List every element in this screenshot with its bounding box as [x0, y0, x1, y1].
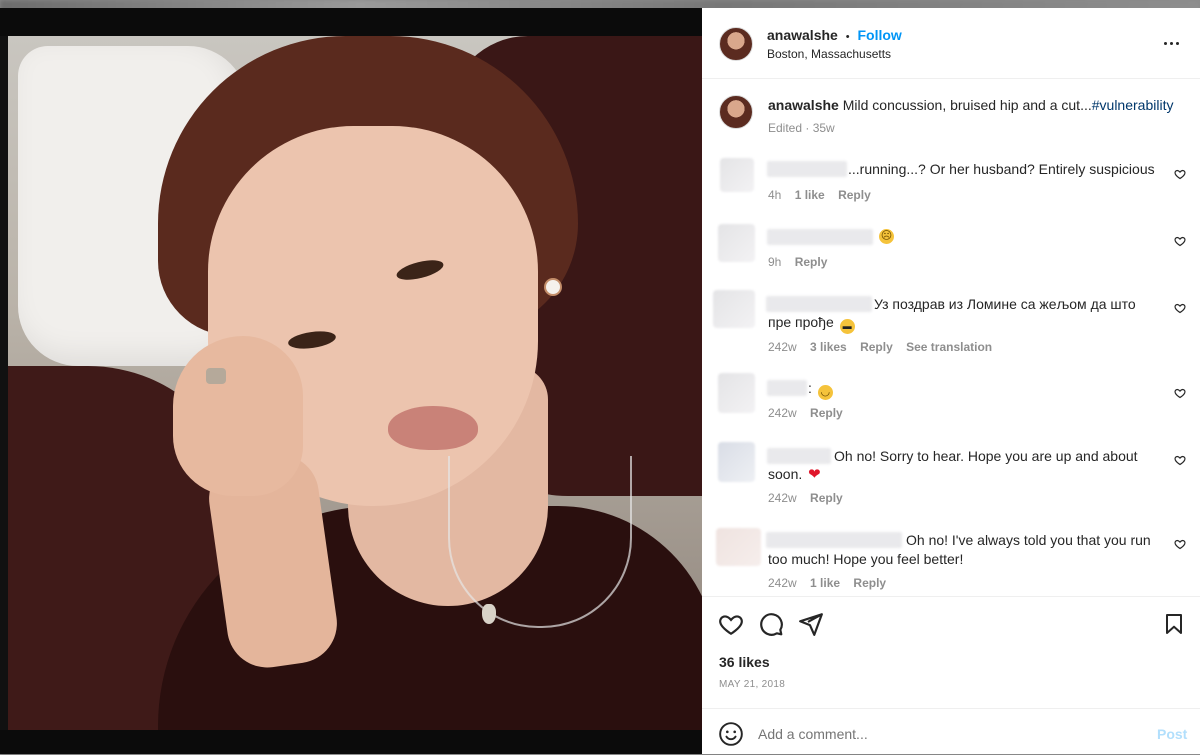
post-media-pane: [0, 8, 702, 754]
caption-avatar[interactable]: [719, 95, 753, 129]
commenter-avatar[interactable]: [718, 224, 755, 262]
commenter-avatar[interactable]: [713, 290, 755, 328]
commenter-username-redacted[interactable]: [766, 296, 872, 312]
reply-button[interactable]: Reply: [810, 406, 843, 420]
commenter-username-redacted[interactable]: [767, 448, 831, 464]
commenter-avatar[interactable]: [718, 373, 755, 413]
more-options-icon[interactable]: [1162, 32, 1186, 48]
post-location[interactable]: Boston, Massachusetts: [767, 47, 891, 61]
commenter-username-redacted[interactable]: [767, 229, 873, 245]
post-header: anawalshe • Follow Boston, Massachusetts: [702, 8, 1200, 79]
photo-lips: [388, 406, 478, 450]
comment-text-line1: Oh no! Sorry to hear. Hope you are up an…: [834, 448, 1138, 464]
commenter-username-redacted[interactable]: [766, 532, 902, 548]
comment-text-line1: Уз поздрав из Ломине са жељом да што: [874, 296, 1136, 312]
save-bookmark-icon[interactable]: [1162, 611, 1186, 637]
comment-age[interactable]: 242w: [768, 576, 797, 590]
author-avatar[interactable]: [719, 27, 753, 61]
action-bar: 36 likes MAY 21, 2018: [702, 596, 1200, 690]
commenter-avatar[interactable]: [718, 442, 755, 482]
likes-count[interactable]: 36 likes: [719, 654, 770, 670]
photo-necklace: [448, 456, 632, 628]
like-comment-heart-icon[interactable]: [1174, 168, 1186, 180]
comment-likes[interactable]: 1 like: [795, 188, 825, 202]
comment-age[interactable]: 242w: [768, 340, 797, 354]
comment-meta: 242w 1 like Reply: [768, 576, 886, 590]
comment-text-line1: Oh no! I've always told you that you run: [906, 532, 1151, 548]
caption-username[interactable]: anawalshe: [768, 97, 839, 113]
comment-age[interactable]: 4h: [768, 188, 781, 202]
caption: anawalshe Mild concussion, bruised hip a…: [768, 96, 1173, 114]
comment-bubble-icon[interactable]: [758, 611, 784, 637]
comment-text: ...running...? Or her husband? Entirely …: [848, 161, 1155, 177]
comment-likes[interactable]: 1 like: [810, 576, 840, 590]
like-comment-heart-icon[interactable]: [1174, 302, 1186, 314]
disappointed-face-emoji: ☹: [879, 229, 894, 244]
follow-button[interactable]: Follow: [857, 27, 901, 43]
comment-likes[interactable]: 3 likes: [810, 340, 847, 354]
author-username[interactable]: anawalshe: [767, 27, 838, 43]
comment-meta: 9h Reply: [768, 255, 827, 269]
caption-meta: Edited · 35w: [768, 121, 835, 135]
commenter-username-redacted[interactable]: [767, 380, 807, 396]
comment-age[interactable]: 242w: [768, 491, 797, 505]
share-paper-plane-icon[interactable]: [798, 611, 824, 637]
author-line: anawalshe • Follow: [767, 27, 902, 43]
like-comment-heart-icon[interactable]: [1174, 387, 1186, 399]
separator-dot: •: [845, 31, 850, 43]
reply-button[interactable]: Reply: [795, 255, 828, 269]
comment-meta: 242w 3 likes Reply See translation: [768, 340, 992, 354]
letterbox-top: [0, 8, 702, 36]
sunglasses-face-emoji: ▬: [839, 319, 855, 334]
post-comment-button[interactable]: Post: [1157, 726, 1187, 742]
letterbox-bottom: [0, 730, 702, 754]
emoji-picker-icon[interactable]: [718, 721, 744, 747]
comment-text-line2: пре прође ▬: [768, 313, 855, 334]
photo-pendant: [482, 604, 496, 624]
caption-text: Mild concussion, bruised hip and a cut..…: [842, 97, 1092, 113]
commenter-username-redacted[interactable]: [767, 161, 847, 177]
pensive-face-emoji: ◡: [817, 385, 833, 400]
reply-button[interactable]: Reply: [860, 340, 893, 354]
comment-meta: 242w Reply: [768, 406, 843, 420]
reply-button[interactable]: Reply: [810, 491, 843, 505]
post-side-panel: anawalshe • Follow Boston, Massachusetts…: [702, 8, 1200, 754]
comment-text-line2: soon. ❤: [768, 465, 821, 484]
comment-text-colon: :: [808, 380, 812, 396]
like-comment-heart-icon[interactable]: [1174, 538, 1186, 550]
comment-meta: 242w Reply: [768, 491, 843, 505]
comment-composer: Post: [702, 708, 1200, 755]
comment-meta: 4h 1 like Reply: [768, 188, 871, 202]
like-comment-heart-icon[interactable]: [1174, 454, 1186, 466]
post-photo[interactable]: [8, 36, 702, 730]
comment-text-line2-text: soon.: [768, 466, 803, 482]
like-heart-icon[interactable]: [718, 611, 744, 637]
commenter-avatar[interactable]: [720, 158, 754, 192]
photo-ring: [206, 368, 226, 384]
comment-age[interactable]: 9h: [768, 255, 781, 269]
red-heart-emoji: ❤: [808, 466, 821, 483]
photo-earring: [546, 280, 560, 294]
comment-text-line2: too much! Hope you feel better!: [768, 551, 964, 567]
reply-button[interactable]: Reply: [853, 576, 886, 590]
add-comment-input[interactable]: [756, 721, 1130, 747]
caption-hashtag[interactable]: #vulnerability: [1092, 97, 1174, 113]
comment-text-line2-text: пре прође: [768, 314, 834, 330]
photo-hand: [173, 336, 303, 496]
see-translation-button[interactable]: See translation: [906, 340, 992, 354]
comment-age[interactable]: 242w: [768, 406, 797, 420]
reply-button[interactable]: Reply: [838, 188, 871, 202]
commenter-avatar[interactable]: [716, 528, 761, 566]
post-date[interactable]: MAY 21, 2018: [719, 679, 785, 690]
like-comment-heart-icon[interactable]: [1174, 235, 1186, 247]
comment-text: : ◡: [808, 379, 833, 400]
